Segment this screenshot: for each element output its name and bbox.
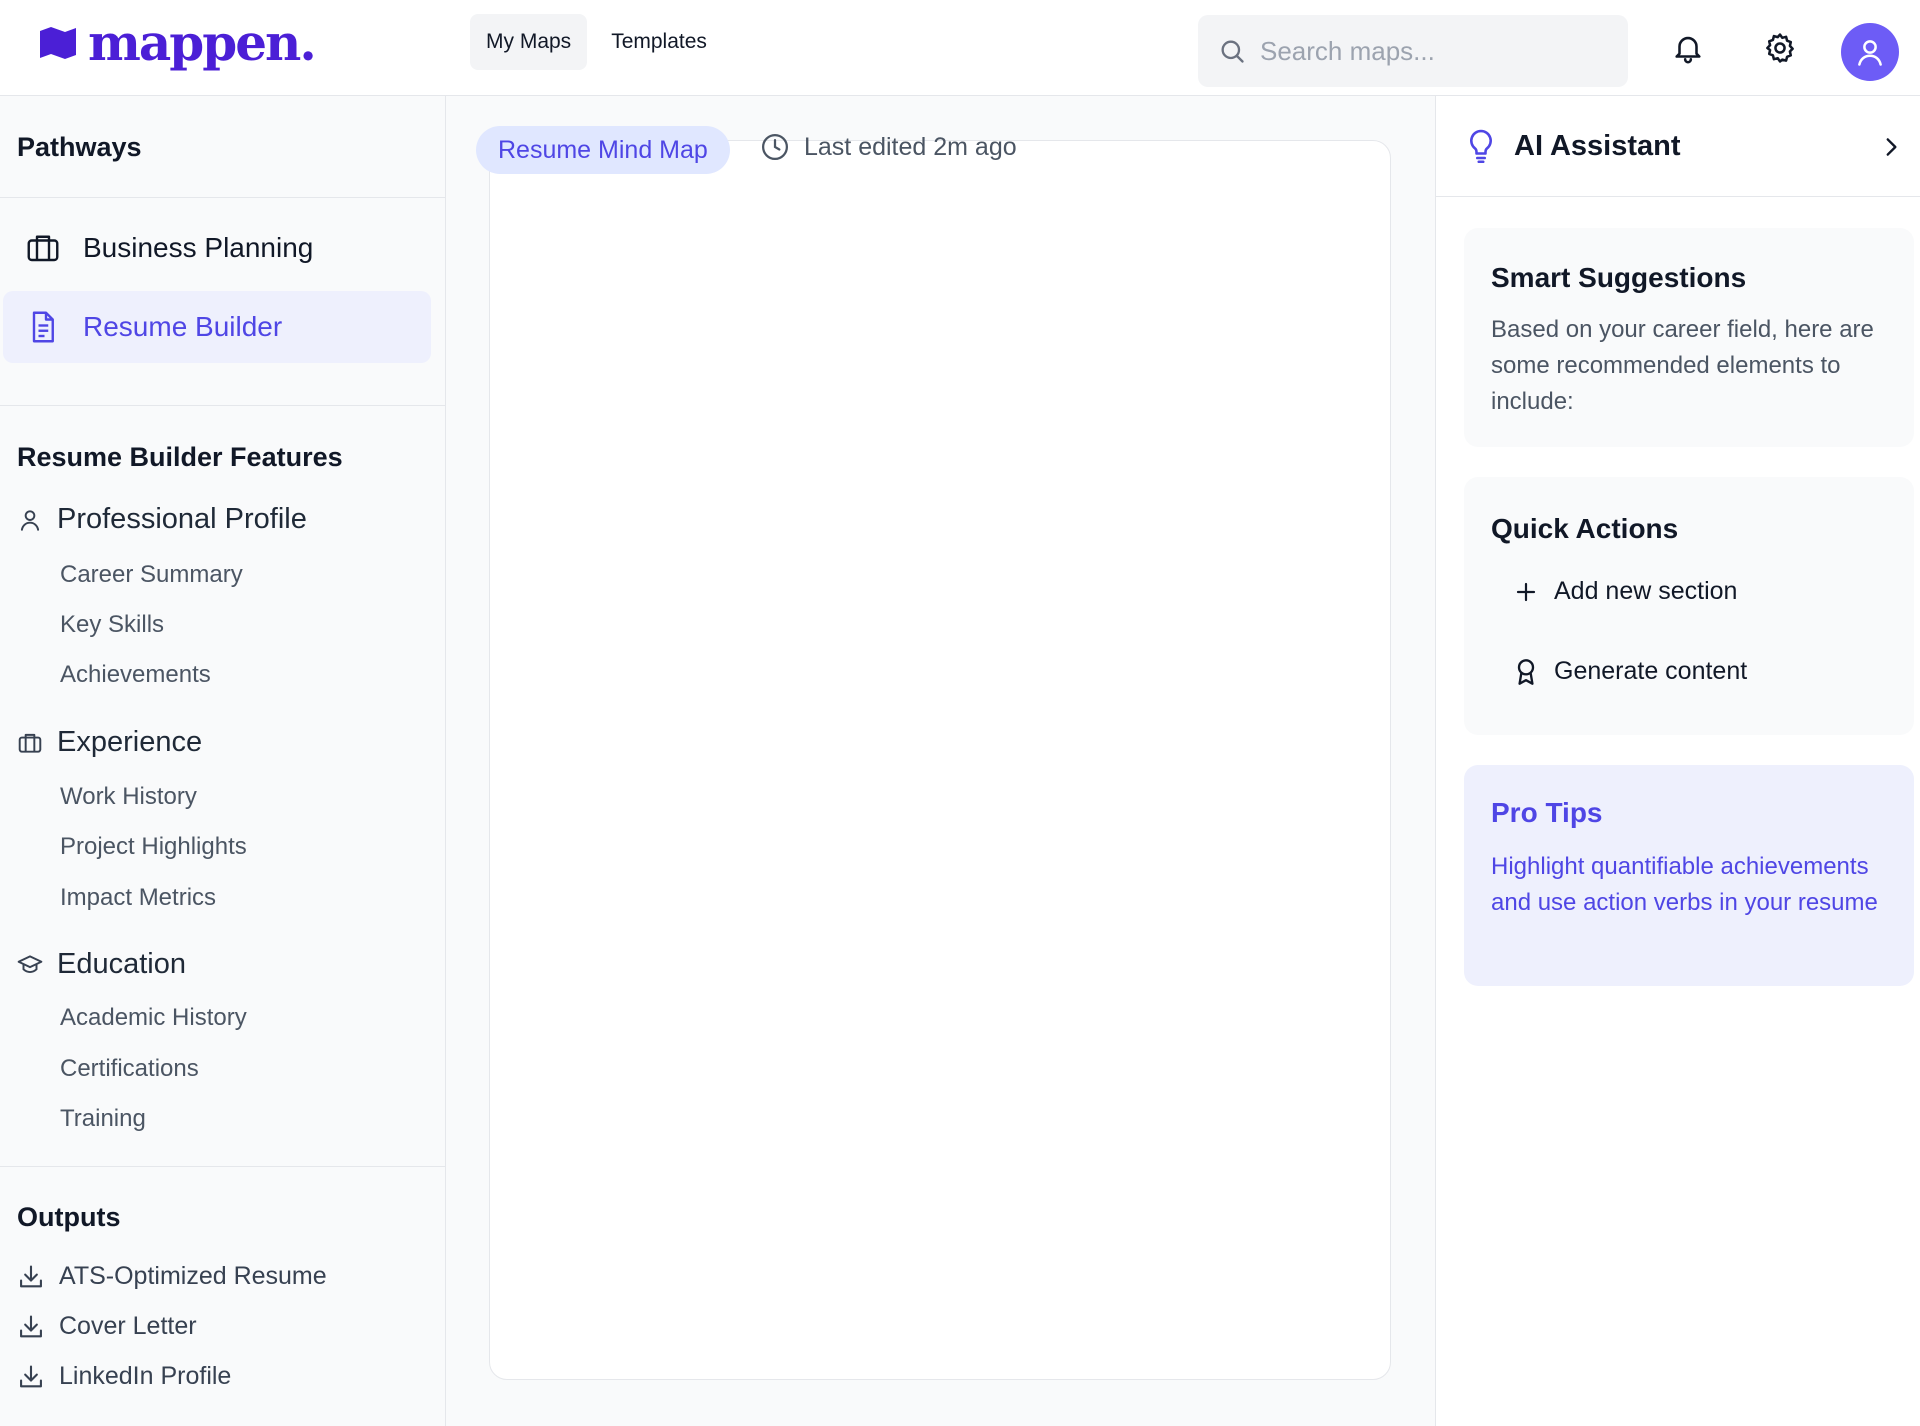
search-box[interactable] — [1198, 15, 1628, 87]
pathway-resume-builder[interactable]: Resume Builder — [3, 291, 431, 363]
feature-item-project-highlights[interactable]: Project Highlights — [60, 833, 247, 861]
feature-group-label: Experience — [57, 726, 203, 758]
feature-item-impact-metrics[interactable]: Impact Metrics — [60, 884, 216, 912]
pathway-label: Resume Builder — [83, 311, 283, 342]
chevron-right-icon[interactable] — [1880, 134, 1902, 160]
feature-item-achievements[interactable]: Achievements — [60, 661, 211, 689]
last-edited: Last edited 2m ago — [760, 132, 1017, 162]
search-input[interactable] — [1260, 35, 1600, 67]
logo-text: mappen. — [88, 13, 317, 72]
tab-templates[interactable]: Templates — [595, 14, 723, 70]
feature-item-work-history[interactable]: Work History — [60, 783, 197, 811]
feature-item-certifications[interactable]: Certifications — [60, 1055, 199, 1083]
pathway-label: Business Planning — [83, 232, 314, 263]
download-icon — [20, 1364, 42, 1387]
tab-my-maps[interactable]: My Maps — [470, 14, 588, 70]
map-icon — [40, 27, 76, 59]
briefcase-icon — [18, 733, 42, 753]
output-label: ATS-Optimized Resume — [59, 1262, 327, 1290]
output-cover-letter[interactable]: Cover Letter — [17, 1312, 197, 1341]
user-icon — [20, 509, 40, 531]
pro-tips-text: Highlight quantifiable achievements and … — [1491, 853, 1878, 916]
pro-tips-card: Pro Tips Highlight quantifiable achievem… — [1464, 765, 1914, 986]
mind-map-canvas[interactable] — [489, 140, 1391, 1380]
feature-item-career-summary[interactable]: Career Summary — [60, 561, 243, 589]
divider — [0, 1166, 446, 1167]
download-icon — [20, 1314, 42, 1337]
add-section-button[interactable]: Add new section — [1514, 577, 1737, 606]
avatar[interactable] — [1841, 23, 1899, 81]
award-icon — [1517, 658, 1535, 685]
main-nav: My Maps Templates — [470, 14, 723, 70]
quick-actions-card: Quick Actions Add new section Generate c… — [1464, 477, 1914, 735]
document-icon — [32, 311, 54, 343]
last-edited-text: Last edited 2m ago — [804, 132, 1017, 161]
output-label: LinkedIn Profile — [59, 1362, 232, 1390]
action-label: Add new section — [1554, 577, 1738, 605]
briefcase-icon — [27, 235, 59, 262]
download-icon — [20, 1264, 42, 1287]
clock-icon — [762, 134, 788, 160]
smart-suggestions-text: Based on your career field, here are som… — [1491, 316, 1874, 415]
smart-suggestions-card: Smart Suggestions Based on your career f… — [1464, 228, 1914, 447]
ai-assistant-title: AI Assistant — [1514, 130, 1681, 162]
feature-group-education[interactable]: Education — [17, 948, 186, 981]
divider — [0, 405, 446, 406]
pathways-heading: Pathways — [17, 132, 142, 162]
user-icon — [1858, 40, 1882, 66]
divider — [0, 197, 446, 198]
generate-content-button[interactable]: Generate content — [1514, 657, 1747, 686]
smart-suggestions-title: Smart Suggestions — [1491, 262, 1747, 293]
quick-actions-title: Quick Actions — [1491, 513, 1679, 544]
pro-tips-title: Pro Tips — [1491, 797, 1603, 828]
pathway-business-planning[interactable]: Business Planning — [3, 212, 431, 284]
feature-group-professional-profile[interactable]: Professional Profile — [17, 503, 307, 536]
output-ats-resume[interactable]: ATS-Optimized Resume — [17, 1262, 327, 1291]
features-heading: Resume Builder Features — [17, 442, 343, 472]
feature-group-label: Education — [57, 948, 186, 980]
feature-group-label: Professional Profile — [57, 503, 307, 535]
output-label: Cover Letter — [59, 1312, 197, 1340]
search-icon — [1221, 40, 1244, 63]
bell-icon[interactable] — [1670, 30, 1706, 66]
map-title-badge[interactable]: Resume Mind Map — [476, 126, 730, 174]
action-label: Generate content — [1554, 657, 1748, 685]
feature-item-key-skills[interactable]: Key Skills — [60, 611, 164, 639]
gear-icon[interactable] — [1762, 30, 1798, 66]
lightbulb-icon — [1470, 129, 1492, 164]
feature-group-experience[interactable]: Experience — [17, 726, 202, 759]
graduation-cap-icon — [17, 954, 43, 973]
outputs-heading: Outputs — [17, 1202, 121, 1232]
feature-item-training[interactable]: Training — [60, 1105, 146, 1133]
top-bar: mappen. My Maps Templates — [0, 0, 1920, 96]
feature-item-academic-history[interactable]: Academic History — [60, 1004, 247, 1032]
logo[interactable]: mappen. — [38, 13, 317, 72]
plus-icon — [1516, 582, 1536, 601]
output-linkedin-profile[interactable]: LinkedIn Profile — [17, 1362, 231, 1391]
